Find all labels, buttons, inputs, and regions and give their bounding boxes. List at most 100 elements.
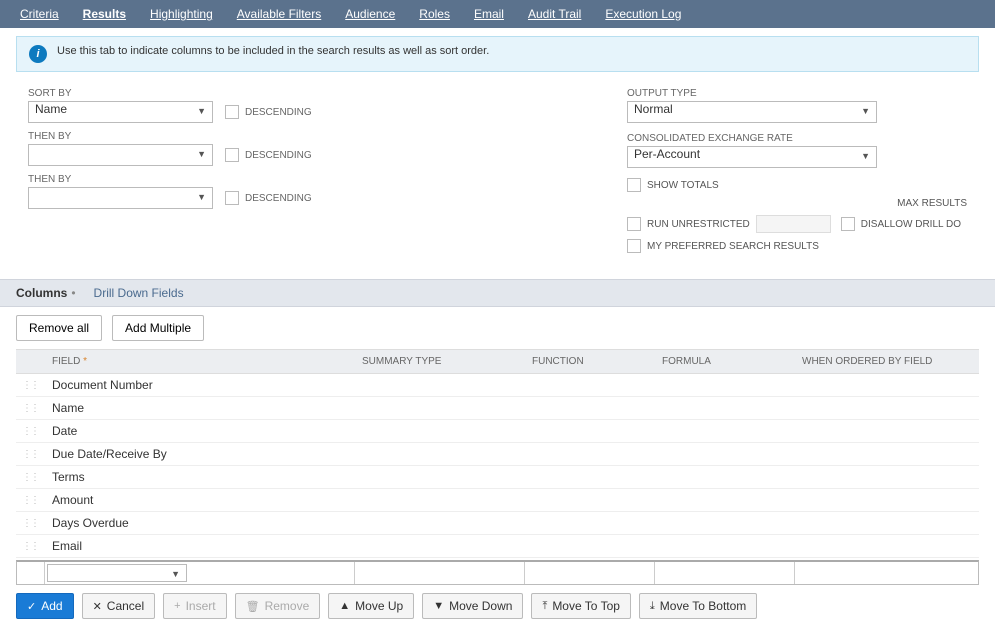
subtab-columns[interactable]: Columns <box>16 286 67 300</box>
tobottom-icon: ⤓ <box>650 600 655 613</box>
form-area: SORT BY Name DESCENDING THEN BY DESCENDI… <box>0 80 995 279</box>
tab-criteria[interactable]: Criteria <box>8 1 71 27</box>
sortby-descending-checkbox[interactable] <box>225 105 239 119</box>
thenby2-select[interactable] <box>28 187 213 209</box>
up-icon: ▲ <box>339 600 350 612</box>
tab-execution-log[interactable]: Execution Log <box>593 1 693 27</box>
sortby-select[interactable]: Name <box>28 101 213 123</box>
row-field-value: Name <box>44 397 354 419</box>
row-field-value: Due Date/Receive By <box>44 443 354 465</box>
showtotals-label: SHOW TOTALS <box>647 180 719 191</box>
x-icon: ✕ <box>93 600 102 613</box>
tab-highlighting[interactable]: Highlighting <box>138 1 225 27</box>
drag-handle-icon[interactable]: ⋮⋮ <box>16 445 44 464</box>
drag-handle-icon[interactable]: ⋮⋮ <box>16 537 44 556</box>
cer-select[interactable]: Per-Account <box>627 146 877 168</box>
table-row[interactable]: ⋮⋮Name <box>16 397 979 420</box>
rununrestricted-label: RUN UNRESTRICTED <box>647 219 750 230</box>
outputtype-label: OUTPUT TYPE <box>627 88 967 99</box>
drag-handle-icon[interactable]: ⋮⋮ <box>16 422 44 441</box>
drag-handle-icon[interactable]: ⋮⋮ <box>16 491 44 510</box>
rununrestricted-checkbox[interactable] <box>627 217 641 231</box>
gh-summary-label: SUMMARY TYPE <box>354 350 524 373</box>
gh-ordered-label: WHEN ORDERED BY FIELD <box>794 350 954 373</box>
gh-formula-label: FORMULA <box>654 350 794 373</box>
row-field-value: Days Overdue <box>44 512 354 534</box>
row-field-value: Email <box>44 535 354 557</box>
add-multiple-button[interactable]: Add Multiple <box>112 315 204 341</box>
top-tabbar: CriteriaResultsHighlightingAvailable Fil… <box>0 0 995 28</box>
thenby1-select[interactable] <box>28 144 213 166</box>
subtabs: Columns • Drill Down Fields <box>0 279 995 307</box>
maxresults-label: MAX RESULTS <box>897 198 967 209</box>
gh-field-label: FIELD <box>52 356 80 367</box>
row-field-value: Amount <box>44 489 354 511</box>
sort-column: SORT BY Name DESCENDING THEN BY DESCENDI… <box>28 88 312 259</box>
tab-email[interactable]: Email <box>462 1 516 27</box>
tab-results[interactable]: Results <box>71 1 138 27</box>
table-row[interactable]: ⋮⋮Days Overdue <box>16 512 979 535</box>
info-icon: i <box>29 45 47 63</box>
movetobottom-button[interactable]: ⤓Move To Bottom <box>639 593 757 619</box>
thenby1-descending-checkbox[interactable] <box>225 148 239 162</box>
remove-all-button[interactable]: Remove all <box>16 315 102 341</box>
grid-header-row: FIELD * SUMMARY TYPE FUNCTION FORMULA WH… <box>16 349 979 374</box>
table-row[interactable]: ⋮⋮Terms <box>16 466 979 489</box>
moveup-button[interactable]: ▲Move Up <box>328 593 414 619</box>
tab-roles[interactable]: Roles <box>407 1 462 27</box>
thenby1-label: THEN BY <box>28 131 312 142</box>
movedown-button[interactable]: ▼Move Down <box>422 593 523 619</box>
totop-icon: ⤒ <box>542 600 547 613</box>
table-row[interactable]: ⋮⋮Document Number <box>16 374 979 397</box>
subtab-indicator-icon: • <box>71 286 75 300</box>
sortby-descending-label: DESCENDING <box>245 107 312 118</box>
disallowdrill-label: DISALLOW DRILL DO <box>861 219 961 230</box>
remove-button[interactable]: 🗑Remove <box>235 593 321 619</box>
mypreferred-checkbox[interactable] <box>627 239 641 253</box>
cancel-button[interactable]: ✕Cancel <box>82 593 156 619</box>
thenby2-descending-checkbox[interactable] <box>225 191 239 205</box>
add-button[interactable]: ✓Add <box>16 593 74 619</box>
output-column: OUTPUT TYPE Normal CONSOLIDATED EXCHANGE… <box>627 88 967 259</box>
insert-button[interactable]: +Insert <box>163 593 226 619</box>
row-actions-toolbar: ✓Add ✕Cancel +Insert 🗑Remove ▲Move Up ▼M… <box>0 585 995 627</box>
disallowdrill-checkbox[interactable] <box>841 217 855 231</box>
drag-handle-icon[interactable]: ⋮⋮ <box>16 376 44 395</box>
info-text: Use this tab to indicate columns to be i… <box>57 45 489 57</box>
tab-available-filters[interactable]: Available Filters <box>225 1 333 27</box>
drag-handle-icon[interactable]: ⋮⋮ <box>16 468 44 487</box>
required-star-icon: * <box>83 356 87 367</box>
subtab-drilldown[interactable]: Drill Down Fields <box>94 286 184 300</box>
info-banner: i Use this tab to indicate columns to be… <box>16 36 979 72</box>
mypreferred-label: MY PREFERRED SEARCH RESULTS <box>647 241 819 252</box>
table-row[interactable]: ⋮⋮Amount <box>16 489 979 512</box>
thenby1-descending-label: DESCENDING <box>245 150 312 161</box>
down-icon: ▼ <box>433 600 444 612</box>
table-row[interactable]: ⋮⋮Email <box>16 535 979 558</box>
thenby2-descending-label: DESCENDING <box>245 193 312 204</box>
plus-icon: + <box>174 600 180 612</box>
tab-audience[interactable]: Audience <box>333 1 407 27</box>
thenby2-label: THEN BY <box>28 174 312 185</box>
row-field-value: Terms <box>44 466 354 488</box>
row-field-value: Date <box>44 420 354 442</box>
maxresults-input[interactable] <box>756 215 831 233</box>
grid-edit-row <box>16 560 979 585</box>
columns-grid: FIELD * SUMMARY TYPE FUNCTION FORMULA WH… <box>16 349 979 585</box>
row-field-value: Document Number <box>44 374 354 396</box>
table-row[interactable]: ⋮⋮Date <box>16 420 979 443</box>
gh-function-label: FUNCTION <box>524 350 654 373</box>
drag-handle-icon[interactable]: ⋮⋮ <box>16 514 44 533</box>
table-row[interactable]: ⋮⋮Due Date/Receive By <box>16 443 979 466</box>
tab-audit-trail[interactable]: Audit Trail <box>516 1 593 27</box>
cer-label: CONSOLIDATED EXCHANGE RATE <box>627 133 967 144</box>
showtotals-checkbox[interactable] <box>627 178 641 192</box>
drag-handle-icon[interactable]: ⋮⋮ <box>16 399 44 418</box>
sortby-label: SORT BY <box>28 88 312 99</box>
columns-toolbar: Remove all Add Multiple <box>0 307 995 349</box>
outputtype-select[interactable]: Normal <box>627 101 877 123</box>
trash-icon: 🗑 <box>246 600 260 613</box>
movetotop-button[interactable]: ⤒Move To Top <box>531 593 630 619</box>
editrow-field-select[interactable] <box>47 564 187 582</box>
check-icon: ✓ <box>27 600 36 613</box>
